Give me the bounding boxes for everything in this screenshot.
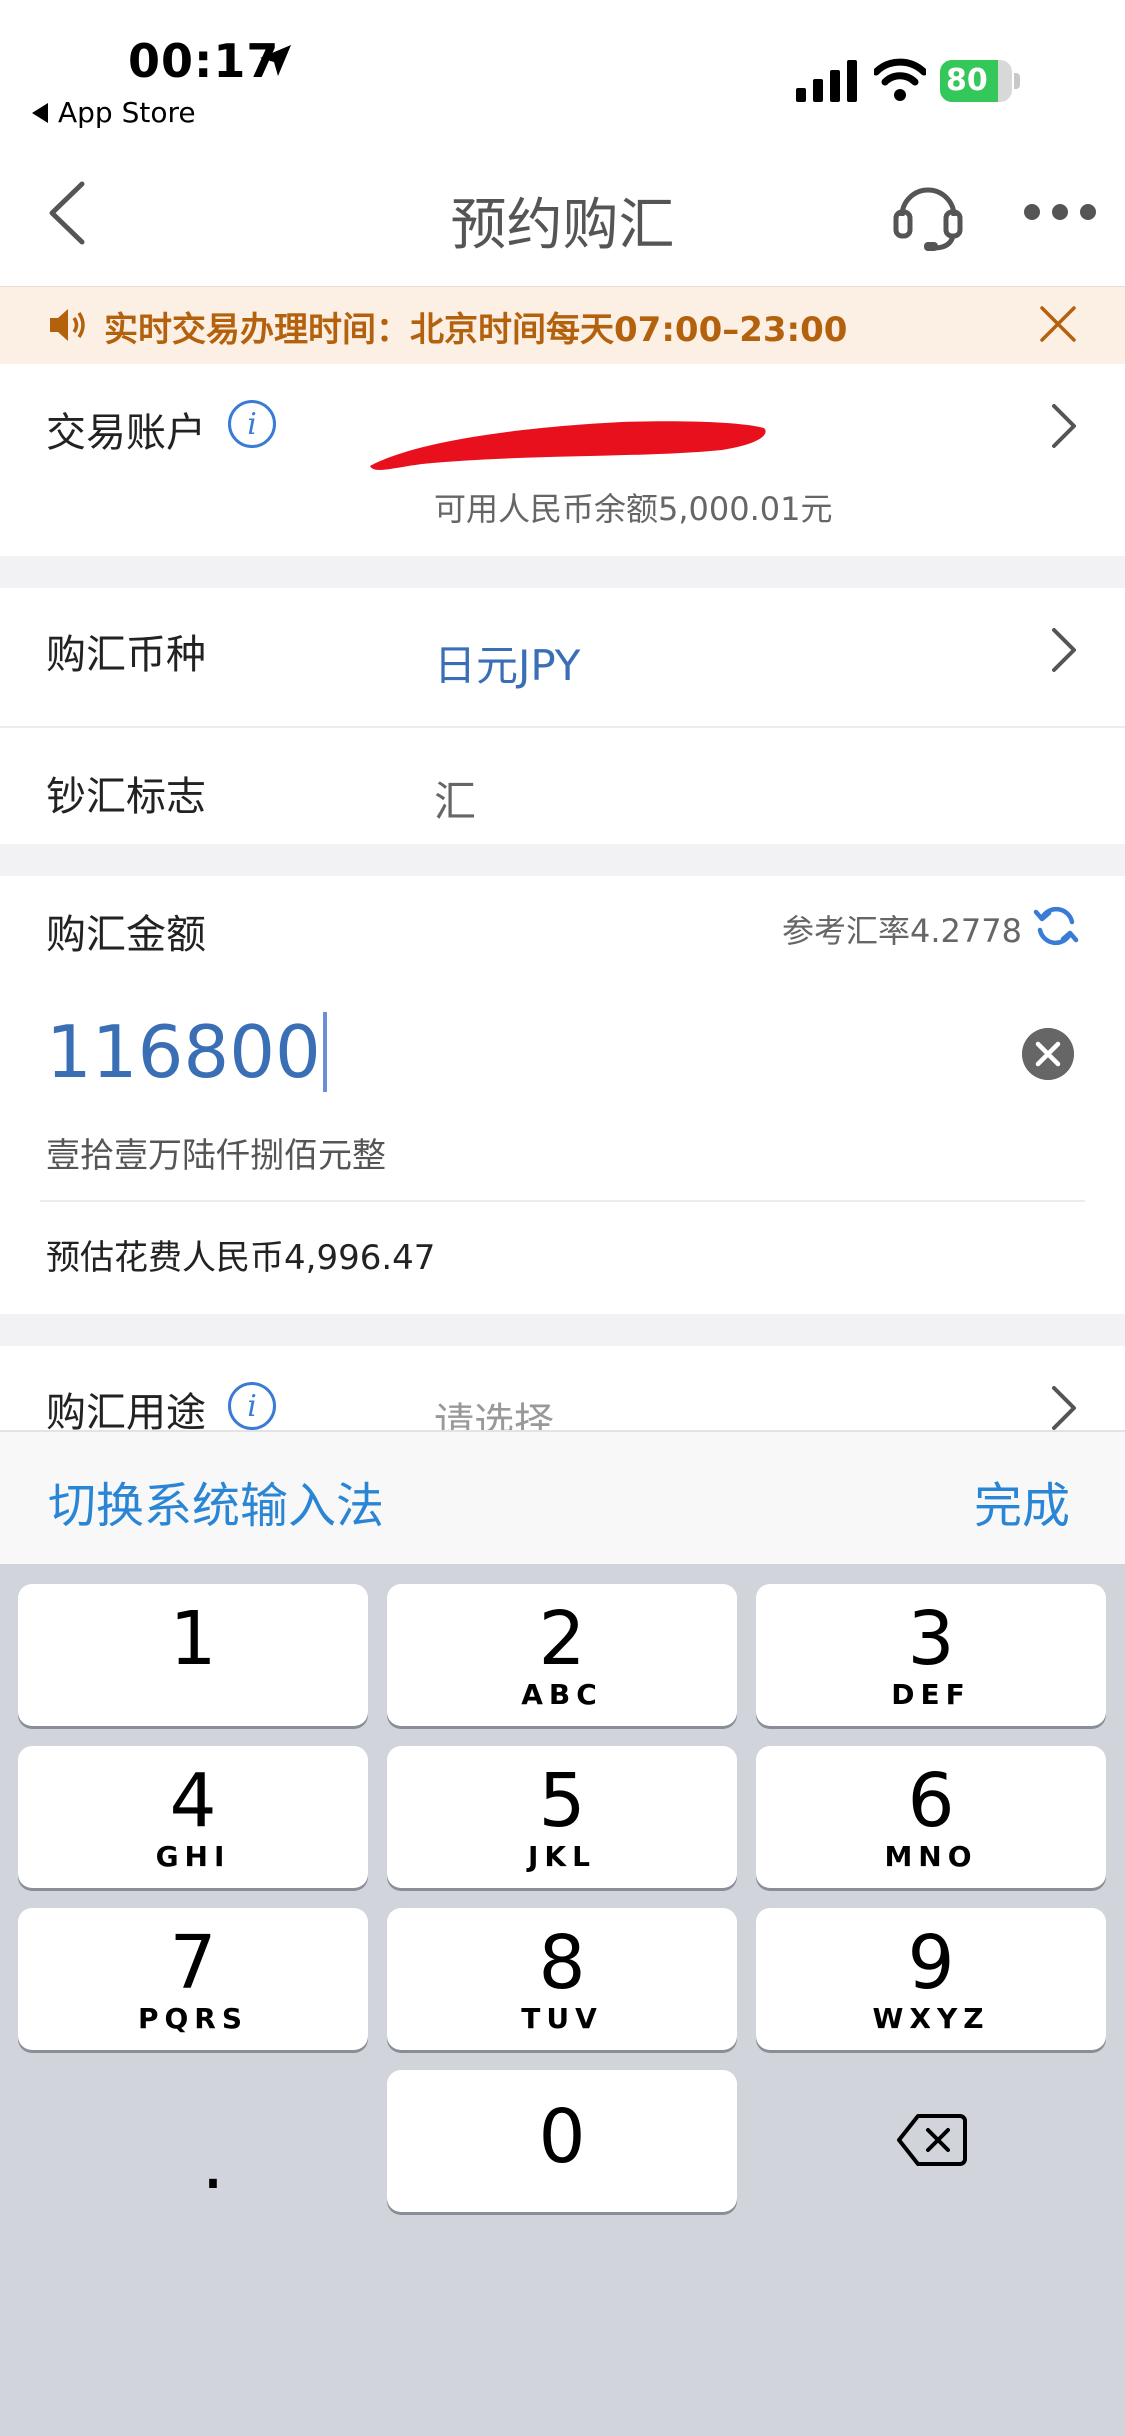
info-icon[interactable]: i	[228, 1382, 276, 1430]
location-arrow-icon	[260, 45, 291, 76]
info-icon[interactable]: i	[228, 400, 276, 448]
speaker-icon	[50, 309, 85, 341]
reference-rate: 参考汇率4.2778	[782, 912, 1022, 950]
section-gap	[0, 556, 1125, 588]
cash-flag-label: 钞汇标志	[46, 774, 206, 820]
account-label: 交易账户	[46, 410, 206, 456]
key-4[interactable]: 4 GHI	[18, 1746, 368, 1888]
text-caret	[322, 1012, 327, 1092]
key-3[interactable]: 3 DEF	[756, 1584, 1106, 1726]
key-8[interactable]: 8 TUV	[387, 1908, 737, 2050]
amount-label: 购汇金额	[46, 912, 206, 958]
currency-label: 购汇币种	[46, 632, 206, 678]
key-5[interactable]: 5 JKL	[387, 1746, 737, 1888]
customer-service-headset-icon[interactable]	[890, 176, 966, 252]
battery-indicator: 80	[940, 60, 1020, 102]
chevron-right-icon[interactable]	[1050, 402, 1080, 450]
switch-system-ime-button[interactable]: 切换系统输入法	[48, 1466, 384, 1536]
section-gap	[0, 1314, 1125, 1346]
section-gap	[0, 844, 1125, 876]
notice-text: 实时交易办理时间：北京时间每天07:00–23:00	[104, 310, 848, 350]
close-icon[interactable]	[1038, 304, 1078, 344]
wifi-icon	[874, 58, 926, 101]
currency-value[interactable]: 日元JPY	[434, 632, 580, 693]
clear-input-icon[interactable]	[1022, 1028, 1074, 1080]
key-decimal-point[interactable]: .	[168, 2120, 258, 2206]
key-2[interactable]: 2 ABC	[387, 1584, 737, 1726]
redacted-account-number	[370, 421, 766, 470]
back-to-app-store[interactable]: App Store	[32, 96, 196, 129]
key-1[interactable]: 1	[18, 1584, 368, 1726]
battery-percent: 80	[946, 63, 988, 98]
amount-value: 116800	[46, 1010, 321, 1094]
backspace-icon[interactable]	[896, 2110, 968, 2170]
amount-input[interactable]: 116800	[46, 1010, 327, 1094]
back-triangle-icon	[32, 102, 48, 123]
more-options-icon[interactable]	[1024, 204, 1096, 224]
back-app-label: App Store	[58, 96, 196, 129]
key-9[interactable]: 9 WXYZ	[756, 1908, 1106, 2050]
key-6[interactable]: 6 MNO	[756, 1746, 1106, 1888]
key-0[interactable]: 0	[387, 2070, 737, 2212]
cash-flag-value: 汇	[434, 777, 477, 826]
divider	[0, 726, 1125, 728]
cellular-signal-icon	[796, 60, 857, 102]
done-button[interactable]: 完成	[974, 1466, 1070, 1536]
key-7[interactable]: 7 PQRS	[18, 1908, 368, 2050]
divider	[40, 1200, 1085, 1202]
chevron-right-icon[interactable]	[1050, 1384, 1080, 1432]
refresh-icon[interactable]	[1032, 902, 1080, 950]
chevron-right-icon[interactable]	[1050, 626, 1080, 674]
estimated-cost: 预估花费人民币4,996.47	[46, 1238, 436, 1278]
rmb-balance: 可用人民币余额5,000.01元	[434, 490, 833, 528]
amount-in-words: 壹拾壹万陆仟捌佰元整	[46, 1136, 386, 1176]
